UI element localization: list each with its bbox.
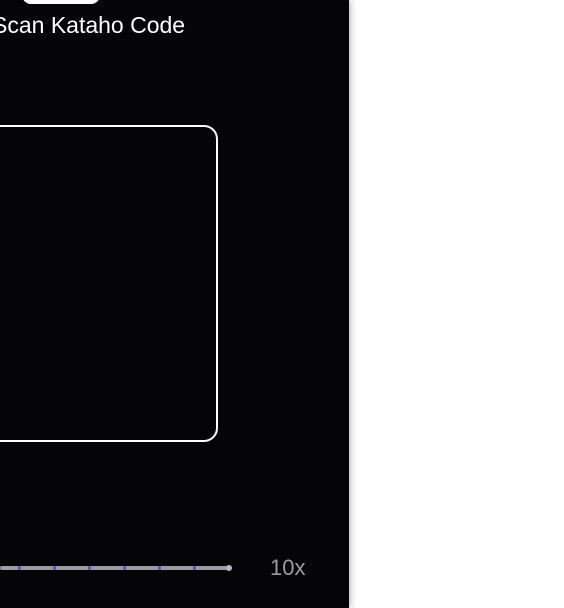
slider-tick [193,566,196,570]
slider-tick [53,566,56,570]
slider-tick [123,566,126,570]
slider-tick [88,566,91,570]
scan-title: Scan Kataho Code [0,12,186,38]
top-pill-button[interactable] [22,0,100,4]
scan-frame [0,125,218,442]
zoom-slider[interactable] [0,561,232,575]
slider-tick [18,566,21,570]
zoom-max-label: 10x [270,555,306,580]
scanner-panel: Scan Kataho Code 10x [0,0,349,608]
slider-end-dot [226,565,232,571]
slider-tick [158,566,161,570]
